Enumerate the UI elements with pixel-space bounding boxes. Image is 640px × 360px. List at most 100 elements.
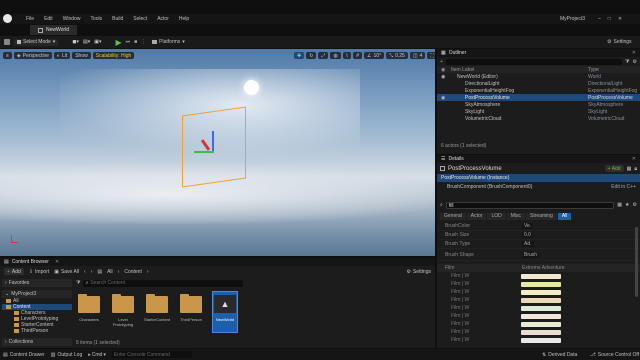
color-swatch[interactable]	[521, 329, 561, 335]
content-settings-button[interactable]: ⚙ Settings	[406, 269, 431, 275]
angle-snap-button[interactable]: ∠ 10°	[364, 52, 385, 59]
lit-button[interactable]: ◐ Lit	[53, 52, 71, 59]
grid-snap-icon[interactable]: #	[353, 52, 363, 59]
cmd-dropdown[interactable]: ▸ Cmd ▾	[88, 352, 106, 358]
property-row[interactable]: BrushColor Ve.	[437, 222, 640, 231]
blueprint-icon[interactable]: ▦	[627, 166, 632, 172]
color-swatch[interactable]	[521, 273, 561, 279]
step-icon[interactable]: ⏭	[126, 39, 131, 45]
color-property-row[interactable]: Film | W	[437, 328, 640, 336]
property-value[interactable]: 0.0	[522, 232, 533, 238]
folder-tile[interactable]: Level Prototyping	[110, 291, 136, 333]
property-row[interactable]: Brush Shape Brush	[437, 249, 640, 261]
filter-streaming[interactable]: Streaming	[526, 212, 557, 220]
add-actor-icon[interactable]: ◼▾	[72, 39, 79, 45]
menu-file[interactable]: File	[26, 16, 34, 22]
close-icon[interactable]: ✕	[618, 16, 622, 22]
content-drawer-button[interactable]: ▤ Content Drawer	[3, 352, 45, 358]
color-property-row[interactable]: Film | W	[437, 296, 640, 304]
perspective-button[interactable]: ◈ Perspective	[13, 52, 52, 59]
outliner-search-input[interactable]	[445, 58, 623, 65]
lock-icon[interactable]: 🔒︎	[634, 166, 637, 172]
close-icon[interactable]: ✕	[55, 259, 59, 265]
translate-tool-icon[interactable]: ✥	[294, 52, 305, 59]
output-log-button[interactable]: ▥ Output Log	[51, 352, 82, 358]
maximize-viewport-icon[interactable]: ⛶	[427, 52, 435, 59]
outliner-row[interactable]: DirectionalLight DirectionalLight	[437, 80, 640, 87]
gizmo-z-axis[interactable]	[212, 131, 214, 151]
filter-icon[interactable]: ⧩	[625, 59, 629, 65]
folder-tile[interactable]: Characters	[76, 291, 102, 333]
grid-view-icon[interactable]: ▦	[617, 202, 622, 208]
color-property-row[interactable]: Film | W	[437, 280, 640, 288]
select-mode-button[interactable]: Select Mode ▾	[14, 38, 59, 46]
property-row[interactable]: Brush Type Ad.	[437, 240, 640, 249]
console-input[interactable]: Enter Console Command	[111, 351, 192, 358]
blueprint-icon[interactable]: ▤▾	[83, 39, 90, 45]
gizmo-x-axis[interactable]	[200, 139, 211, 151]
play-icon[interactable]: ▶	[115, 38, 121, 47]
color-swatch[interactable]	[521, 313, 561, 319]
breadcrumb-content[interactable]: Content	[124, 269, 142, 275]
maximize-icon[interactable]: □	[608, 16, 611, 22]
menu-build[interactable]: Build	[112, 16, 123, 22]
folder-tile[interactable]: ThirdPerson	[178, 291, 204, 333]
outliner-row[interactable]: VolumetricCloud VolumetricCloud	[437, 115, 640, 122]
viewport[interactable]: ≡ ◈ Perspective ◐ Lit Show Scalability: Hi…	[0, 49, 435, 256]
property-value[interactable]: Brush	[522, 251, 540, 258]
breadcrumb-all[interactable]: All	[107, 269, 113, 275]
property-value[interactable]: Ve.	[522, 223, 534, 229]
scale-tool-icon[interactable]: ⤢	[318, 52, 329, 59]
filter-lod[interactable]: LOD	[487, 212, 506, 220]
outliner-row[interactable]: SkyAtmosphere SkyAtmosphere	[437, 101, 640, 108]
add-component-button[interactable]: + Add	[604, 165, 624, 172]
settings-button[interactable]: ⚙ Settings	[607, 39, 632, 45]
forward-icon[interactable]: ›	[91, 269, 93, 275]
camera-speed-button[interactable]: ◫ 4	[409, 52, 426, 59]
world-local-icon[interactable]: ◍	[330, 52, 341, 59]
close-icon[interactable]: ✕	[632, 156, 636, 162]
filter-misc[interactable]: Misc	[506, 212, 526, 220]
color-property-row[interactable]: Film | W	[437, 288, 640, 296]
color-swatch[interactable]	[521, 281, 561, 287]
color-swatch[interactable]	[521, 321, 561, 327]
level-tab[interactable]: NewWorld	[30, 25, 77, 35]
color-property-row[interactable]: Film | W	[437, 312, 640, 320]
outliner-row[interactable]: ◉ NewWorld (Editor) World	[437, 73, 640, 80]
content-search-input[interactable]: ⌕ Search Content	[83, 279, 244, 287]
menu-actor[interactable]: Actor	[157, 16, 169, 22]
derived-data-button[interactable]: ⇅ Derived Data	[542, 352, 577, 358]
folder-tile[interactable]: StarterContent	[144, 291, 170, 333]
collections-header[interactable]: › Collections	[2, 338, 72, 346]
film-section-header[interactable]: Film Extreme Adventure	[437, 264, 640, 272]
back-icon[interactable]: ‹	[84, 269, 86, 275]
filter-icon[interactable]: ⧩	[76, 280, 80, 286]
source-control-button[interactable]: ⎇ Source Control Off	[590, 352, 639, 358]
menu-window[interactable]: Window	[63, 16, 81, 22]
outliner-row[interactable]: SkyLight SkyLight	[437, 108, 640, 115]
add-filter-icon[interactable]: +	[440, 59, 443, 65]
object-name[interactable]: PostProcessVolume	[448, 166, 502, 172]
filter-general[interactable]: General	[440, 212, 466, 220]
save-all-button[interactable]: ▣ Save All	[54, 269, 79, 275]
type-header[interactable]: Type	[588, 67, 599, 73]
color-property-row[interactable]: Film | W	[437, 320, 640, 328]
cinematics-icon[interactable]: ▣▾	[94, 39, 101, 45]
play-options-icon[interactable]: ⋮	[141, 39, 146, 45]
color-swatch[interactable]	[521, 337, 561, 343]
favorites-header[interactable]: › Favorites	[2, 279, 72, 287]
viewport-menu-button[interactable]: ≡	[3, 52, 12, 59]
property-value[interactable]: Ad.	[522, 241, 534, 247]
platforms-button[interactable]: Platforms ▾	[152, 39, 185, 45]
close-icon[interactable]: ✕	[632, 50, 636, 56]
minimize-icon[interactable]: –	[598, 16, 601, 22]
menu-edit[interactable]: Edit	[44, 16, 53, 22]
outliner-row[interactable]: ◉ PostProcessVolume PostProcessVolume	[437, 94, 640, 101]
instance-row[interactable]: PostProcessVolume (Instance)	[437, 174, 640, 182]
visibility-icon[interactable]: ◉	[441, 74, 451, 80]
level-asset-tile[interactable]: ▲ NewWorld	[212, 291, 238, 333]
save-icon[interactable]	[4, 39, 10, 45]
transform-gizmo[interactable]	[192, 129, 232, 169]
property-row[interactable]: Brush Size 0.0	[437, 231, 640, 240]
color-swatch[interactable]	[521, 305, 561, 311]
